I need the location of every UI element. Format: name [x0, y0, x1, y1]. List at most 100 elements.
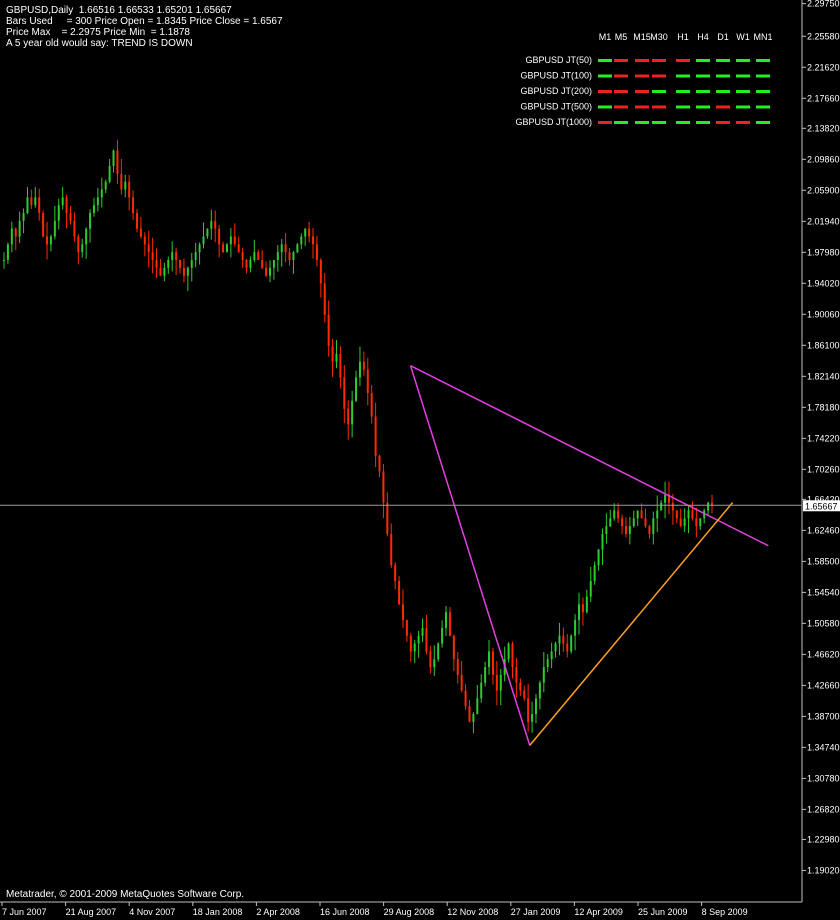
candle-body — [315, 244, 318, 260]
matrix-row-label: GBPUSD JT(100) — [520, 71, 592, 81]
price-tick-label: 1.50580 — [807, 618, 840, 628]
candle-body — [42, 213, 45, 237]
price-tick-label: 1.34740 — [807, 742, 840, 752]
matrix-cell-red — [635, 105, 649, 109]
timeframe-h1: H1 — [677, 32, 689, 42]
candle-body — [182, 267, 185, 276]
trendline-up-support[interactable] — [529, 502, 734, 746]
candle-body — [656, 510, 659, 519]
matrix-cell-red — [716, 121, 730, 124]
date-tick-label: 21 Aug 2007 — [66, 907, 117, 917]
candle-body — [190, 259, 193, 268]
candle-body — [112, 150, 115, 167]
candle-body — [554, 643, 557, 652]
candle-body — [570, 635, 573, 652]
matrix-cell-red — [635, 59, 649, 62]
price-tick-label: 1.86100 — [807, 340, 840, 350]
candle-body — [523, 690, 526, 699]
candle-body — [34, 197, 37, 206]
matrix-cell-green — [756, 74, 770, 78]
candle-body — [452, 635, 455, 660]
date-tick-label: 8 Sep 2009 — [702, 907, 748, 917]
candle-body — [343, 377, 346, 409]
matrix-cell-red — [652, 105, 666, 109]
candle-body — [652, 518, 655, 534]
candle-body — [46, 236, 49, 245]
timeframe-w1: W1 — [736, 32, 750, 42]
matrix-cell-green — [736, 59, 750, 62]
matrix-cell-red — [598, 90, 612, 93]
price-tick-label: 1.74220 — [807, 433, 840, 443]
candle-body — [711, 502, 713, 506]
candle-body — [648, 526, 651, 534]
candle-body — [22, 213, 25, 221]
candle-body — [194, 252, 197, 260]
matrix-cell-green — [716, 59, 730, 62]
current-price-label: 1.65667 — [805, 501, 838, 511]
price-tick-label: 2.25580 — [807, 31, 840, 41]
trendline-upper-resistance[interactable] — [410, 365, 769, 547]
candle-body — [628, 526, 631, 534]
date-tick-label: 4 Nov 2007 — [129, 907, 175, 917]
candle-body — [664, 494, 667, 503]
candle-body — [390, 533, 393, 566]
candle-body — [464, 690, 467, 707]
price-tick-label: 1.54540 — [807, 587, 840, 597]
candle-body — [448, 612, 451, 636]
candle-body — [574, 620, 577, 636]
trendlines-group[interactable] — [409, 365, 769, 746]
candle-body — [249, 259, 252, 268]
price-tick-label: 1.94020 — [807, 278, 840, 288]
matrix-cell-red — [614, 105, 628, 109]
bars-used-line: Bars Used = 300 Price Open = 1.8345 Pric… — [6, 16, 283, 27]
candle-body — [77, 236, 80, 253]
candle-body — [683, 518, 686, 527]
matrix-cell-green — [652, 90, 666, 93]
price-tick-label: 2.21620 — [807, 62, 840, 72]
candle-body — [507, 643, 510, 660]
candle-body — [319, 259, 322, 284]
matrix-cell-red — [635, 90, 649, 93]
candle-body — [206, 228, 209, 237]
candle-body — [280, 244, 283, 253]
candle-body — [597, 549, 600, 566]
price-tick-label: 2.17660 — [807, 93, 840, 103]
candle-body — [460, 674, 463, 691]
candle-body — [53, 220, 56, 237]
candle-body — [81, 244, 84, 253]
candle-body — [222, 244, 225, 253]
candle-body — [542, 667, 545, 683]
candle-body — [445, 612, 448, 628]
candle-body — [198, 244, 201, 253]
candle-body — [171, 252, 174, 260]
price-tick-label: 2.29750 — [807, 0, 840, 9]
matrix-cell-green — [736, 105, 750, 109]
candle-body — [163, 267, 166, 276]
candle-body — [691, 510, 694, 519]
candle-body — [304, 228, 307, 237]
matrix-cell-green — [696, 121, 710, 124]
candle-body — [480, 682, 483, 699]
matrix-row-label: GBPUSD JT(1000) — [515, 117, 592, 127]
matrix-cell-red — [635, 74, 649, 78]
price-tick-label: 1.38700 — [807, 711, 840, 721]
trendline-down-leg[interactable] — [409, 365, 531, 746]
candle-body — [202, 236, 205, 245]
candle-body — [409, 635, 412, 652]
candle-body — [355, 377, 358, 401]
candle-body — [695, 518, 698, 527]
matrix-cell-green — [716, 90, 730, 93]
symbol-ohlc-line: GBPUSD,Daily 1.66516 1.66533 1.65201 1.6… — [6, 5, 232, 16]
candle-body — [167, 259, 170, 268]
price-chart[interactable]: 2.29750 2.25580 2.21620 2.17660 2.13820 2.098… — [0, 0, 840, 920]
candle-body — [401, 604, 404, 621]
candle-body — [660, 502, 663, 511]
candle-body — [272, 259, 275, 268]
candle-body — [14, 228, 17, 237]
candle-body — [30, 197, 33, 206]
candle-body — [351, 400, 354, 425]
candle-body — [499, 674, 502, 691]
price-tick-label: 1.90060 — [807, 309, 840, 319]
price-tick-label: 1.30780 — [807, 773, 840, 783]
candle-body — [108, 166, 111, 182]
